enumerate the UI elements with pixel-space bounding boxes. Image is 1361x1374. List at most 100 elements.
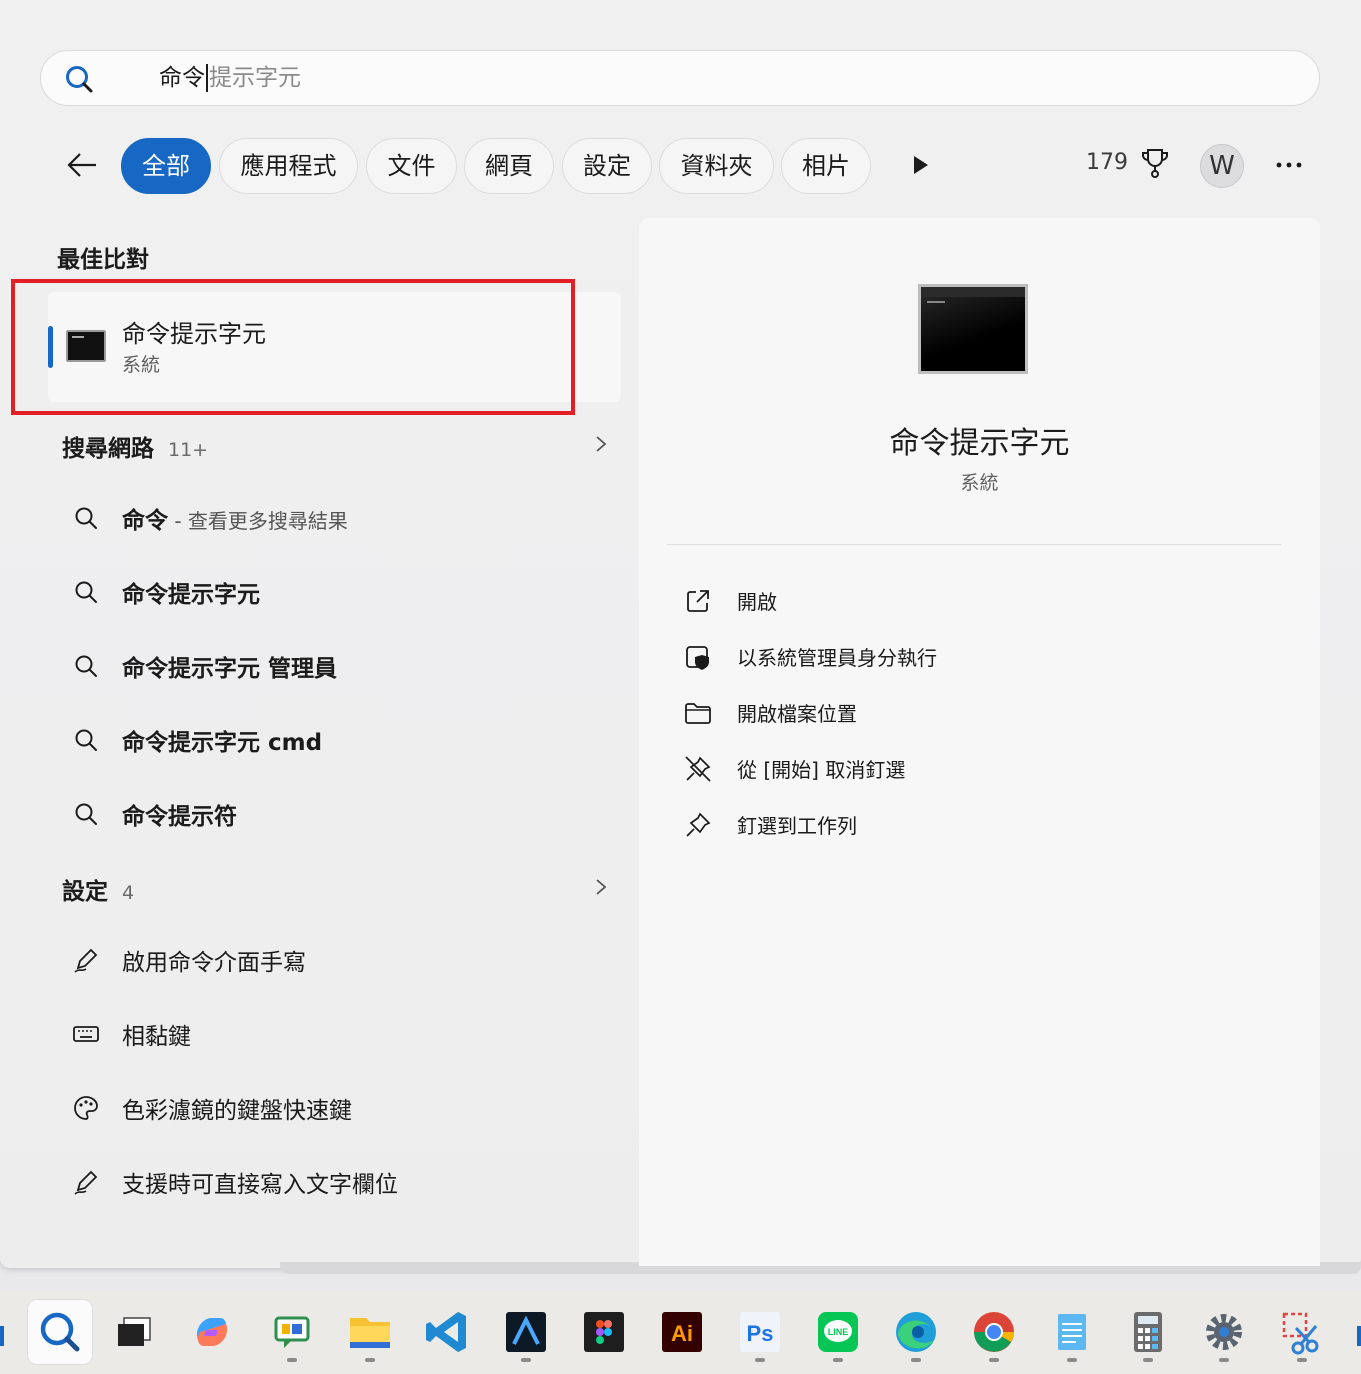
- illustrator-icon: Ai: [662, 1312, 702, 1352]
- more-options-icon[interactable]: [1274, 153, 1304, 177]
- trophy-icon[interactable]: [1140, 147, 1170, 179]
- taskbar-arc[interactable]: [494, 1300, 558, 1364]
- web-result-item[interactable]: 命令提示字元 cmd: [60, 714, 620, 764]
- action-pin-to-taskbar[interactable]: 釘選到工作列: [683, 802, 1283, 846]
- chrome-icon: [974, 1312, 1014, 1352]
- taskbar-illustrator[interactable]: Ai: [650, 1300, 714, 1364]
- best-match-heading: 最佳比對: [57, 247, 149, 273]
- arc-app-icon: [506, 1312, 546, 1352]
- web-result-label: 命令: [122, 508, 168, 534]
- line-app-icon: LINE: [818, 1312, 858, 1352]
- divider: [667, 544, 1281, 545]
- search-icon: [75, 803, 97, 825]
- taskbar-calculator[interactable]: [1116, 1300, 1180, 1364]
- search-input[interactable]: 命令 提示字元: [159, 63, 301, 93]
- search-box[interactable]: 命令 提示字元: [40, 50, 1320, 106]
- settings-result-label: 相黏鍵: [122, 1024, 191, 1050]
- running-indicator: [1067, 1358, 1077, 1362]
- chevron-right-icon[interactable]: [593, 877, 609, 897]
- more-filters-play-icon[interactable]: [908, 153, 932, 177]
- settings-result-label: 支援時可直接寫入文字欄位: [122, 1172, 398, 1198]
- action-run-as-admin[interactable]: 以系統管理員身分執行: [683, 634, 1283, 678]
- filter-chip-web[interactable]: 網頁: [464, 138, 554, 194]
- search-typed-text: 命令: [159, 65, 205, 91]
- web-result-item[interactable]: 命令提示字元 管理員: [60, 640, 620, 690]
- account-avatar[interactable]: W: [1200, 144, 1244, 188]
- action-open[interactable]: 開啟: [683, 578, 1283, 622]
- pin-icon: [686, 812, 711, 837]
- settings-heading-label: 設定: [62, 879, 108, 905]
- snipping-tool-icon: [1282, 1312, 1319, 1355]
- taskbar-settings[interactable]: [1192, 1300, 1256, 1364]
- taskbar-snipping-tool[interactable]: [1270, 1300, 1334, 1364]
- copilot-icon: [196, 1318, 228, 1346]
- action-label: 釘選到工作列: [737, 814, 857, 838]
- running-indicator: [1219, 1358, 1229, 1362]
- line-label: LINE: [828, 1327, 849, 1337]
- figma-icon: [584, 1312, 624, 1352]
- folder-icon: [350, 1318, 390, 1348]
- back-arrow-icon[interactable]: [62, 145, 102, 185]
- taskbar-task-view[interactable]: [102, 1300, 166, 1364]
- taskbar-search[interactable]: [28, 1300, 92, 1364]
- running-indicator: [365, 1358, 375, 1362]
- web-result-label: 命令提示字元: [122, 582, 260, 608]
- filter-chip-all[interactable]: 全部: [121, 138, 211, 194]
- settings-result-item[interactable]: 啟用命令介面手寫: [60, 934, 620, 984]
- open-external-icon: [687, 590, 709, 612]
- taskbar-notepad[interactable]: [1040, 1300, 1104, 1364]
- search-suggestion-text: 提示字元: [209, 65, 301, 91]
- filter-chip-folders[interactable]: 資料夾: [659, 138, 774, 194]
- preview-app-name: 命令提示字元: [889, 426, 1070, 461]
- search-icon: [75, 655, 97, 677]
- filter-chip-settings[interactable]: 設定: [562, 138, 652, 194]
- taskbar-figma[interactable]: [572, 1300, 636, 1364]
- running-indicator: [911, 1358, 921, 1362]
- web-result-item[interactable]: 命令 - 查看更多搜尋結果: [60, 492, 620, 542]
- unpin-icon: [685, 756, 711, 782]
- palette-icon: [74, 1096, 98, 1120]
- edge-icon: [896, 1312, 936, 1352]
- action-open-file-location[interactable]: 開啟檔案位置: [683, 690, 1283, 734]
- search-icon: [75, 581, 97, 603]
- command-prompt-large-icon: [918, 284, 1028, 374]
- filter-chip-photos[interactable]: 相片: [781, 138, 871, 194]
- chevron-right-icon[interactable]: [593, 434, 609, 454]
- taskbar-line[interactable]: LINE: [806, 1300, 870, 1364]
- action-label: 以系統管理員身分執行: [737, 646, 937, 670]
- illustrator-label: Ai: [671, 1321, 693, 1346]
- preview-app-subtitle: 系統: [960, 472, 999, 494]
- filter-chip-documents[interactable]: 文件: [366, 138, 457, 194]
- settings-result-item[interactable]: 支援時可直接寫入文字欄位: [60, 1156, 620, 1206]
- search-icon: [40, 1312, 80, 1352]
- taskbar-chat[interactable]: [260, 1300, 324, 1364]
- settings-result-label: 色彩濾鏡的鍵盤快速鍵: [122, 1098, 352, 1124]
- taskbar-chrome[interactable]: [962, 1300, 1026, 1364]
- shield-icon: [686, 646, 709, 670]
- web-search-heading[interactable]: 搜尋網路 11+: [62, 429, 208, 463]
- taskbar-file-explorer[interactable]: [338, 1300, 402, 1364]
- search-icon: [75, 729, 97, 751]
- settings-result-label: 啟用命令介面手寫: [122, 950, 306, 976]
- settings-result-item[interactable]: 相黏鍵: [60, 1008, 620, 1058]
- web-result-item[interactable]: 命令提示符: [60, 788, 620, 838]
- gear-icon: [1206, 1314, 1242, 1350]
- taskbar-left-edge-indicator: [0, 1326, 4, 1346]
- taskbar-copilot[interactable]: [180, 1300, 244, 1364]
- photoshop-icon: Ps: [740, 1312, 780, 1352]
- web-result-item[interactable]: 命令提示字元: [60, 566, 620, 616]
- taskbar-photoshop[interactable]: Ps: [728, 1300, 792, 1364]
- action-unpin-from-start[interactable]: 從 [開始] 取消釘選: [683, 746, 1283, 790]
- filter-chip-apps[interactable]: 應用程式: [219, 138, 358, 194]
- pen-icon: [74, 1170, 98, 1195]
- vscode-icon: [426, 1312, 466, 1352]
- taskbar-edge[interactable]: [884, 1300, 948, 1364]
- settings-heading[interactable]: 設定 4: [62, 872, 134, 906]
- web-search-heading-label: 搜尋網路: [62, 436, 154, 462]
- taskbar-vscode[interactable]: [416, 1300, 480, 1364]
- calculator-icon: [1134, 1312, 1162, 1352]
- search-icon: [66, 66, 93, 93]
- settings-result-item[interactable]: 色彩濾鏡的鍵盤快速鍵: [60, 1082, 620, 1132]
- running-indicator: [521, 1358, 531, 1362]
- action-label: 開啟: [737, 590, 777, 614]
